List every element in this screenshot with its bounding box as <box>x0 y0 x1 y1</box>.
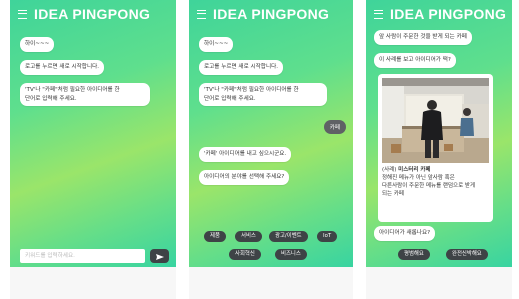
rate-ordinary-button[interactable]: 평범해요 <box>398 249 430 260</box>
bot-message: 아이디어의 분야를 선택해 주세요? <box>199 170 290 185</box>
category-chip-social[interactable]: 사회혁신 <box>229 249 261 260</box>
case-line: 정해진 메뉴가 아닌 앞사람 혹은 <box>382 175 455 181</box>
bot-message-line: 단어로 입력해 주세요. <box>204 95 256 102</box>
case-description: (사례) 미스터리 카페 정해진 메뉴가 아닌 앞사람 혹은 다른사람이 주문한… <box>382 166 490 198</box>
app-logo-title[interactable]: IDEA PINGPONG <box>34 6 150 22</box>
bot-message: 'TV'나 "카페"처럼 필요한 아이디어를 한 단어로 입력해 주세요. <box>20 83 150 107</box>
rate-novel-button[interactable]: 완전신박해요 <box>446 249 488 260</box>
bot-message: 'TV'나 "카페"처럼 필요한 아이디어를 한 단어로 입력해 주세요. <box>199 83 327 107</box>
page-background <box>189 267 353 299</box>
bot-message-line: 단어로 입력해 주세요. <box>25 95 77 102</box>
case-photo <box>382 78 489 163</box>
user-message: 카페 <box>323 120 346 134</box>
bot-message: '카페' 아이디어를 내고 싶으시군요. <box>199 147 292 162</box>
bot-message: 하이~~~ <box>199 37 234 52</box>
category-chip-business[interactable]: 비즈니스 <box>275 249 307 260</box>
menu-icon[interactable] <box>374 9 383 19</box>
bot-message: 로고를 누르면 새로 시작합니다. <box>199 60 284 75</box>
page-background <box>10 267 176 299</box>
case-tag: (사례) <box>382 167 397 173</box>
app-logo-title[interactable]: IDEA PINGPONG <box>213 6 329 22</box>
case-card: (사례) 미스터리 카페 정해진 메뉴가 아닌 앞사람 혹은 다른사람이 주문한… <box>378 74 493 222</box>
category-chip-product[interactable]: 제품 <box>204 231 226 242</box>
category-chip-ad-event[interactable]: 광고/이벤트 <box>269 231 308 242</box>
category-chip-iot[interactable]: IoT <box>317 231 338 242</box>
case-line: 되는 카페 <box>382 191 404 197</box>
category-chip-service[interactable]: 서비스 <box>235 231 262 242</box>
bot-message: 로고를 누르면 새로 시작합니다. <box>20 60 105 75</box>
keyword-input[interactable]: 키워드를 입력하세요. <box>20 249 145 263</box>
bot-message: 이 사례를 보고 아이디어가 떡? <box>374 53 456 68</box>
send-icon <box>156 254 164 260</box>
app-header: IDEA PINGPONG <box>18 4 172 24</box>
chat-screen-2: IDEA PINGPONG 하이~~~ 로고를 누르면 새로 시작합니다. 'T… <box>189 0 353 267</box>
menu-icon[interactable] <box>197 9 206 19</box>
bot-message-line: 'TV'나 "카페"처럼 필요한 아이디어를 한 <box>204 87 299 93</box>
app-logo-title[interactable]: IDEA PINGPONG <box>390 6 506 22</box>
bot-message-line: 'TV'나 "카페"처럼 필요한 아이디어를 한 <box>25 87 120 93</box>
send-button[interactable] <box>150 249 169 263</box>
app-header: IDEA PINGPONG <box>197 4 349 24</box>
chat-screen-1: IDEA PINGPONG 하이~~~ 로고를 누르면 새로 시작합니다. 'T… <box>10 0 176 267</box>
case-name: 미스터리 카페 <box>398 167 431 173</box>
app-header: IDEA PINGPONG <box>374 4 508 24</box>
bot-message: 앞 사람이 주문한 것을 받게 되는 카페 <box>374 30 472 45</box>
bot-message: 아이디어가 새롭나요? <box>374 226 436 241</box>
bot-message: 하이~~~ <box>20 37 55 52</box>
chat-screen-3: IDEA PINGPONG 앞 사람이 주문한 것을 받게 되는 카페 이 사례… <box>366 0 512 267</box>
case-line: 다른사람이 주문한 메뉴를 랜덤으로 받게 <box>382 183 476 189</box>
page-background <box>366 267 512 299</box>
menu-icon[interactable] <box>18 9 27 19</box>
